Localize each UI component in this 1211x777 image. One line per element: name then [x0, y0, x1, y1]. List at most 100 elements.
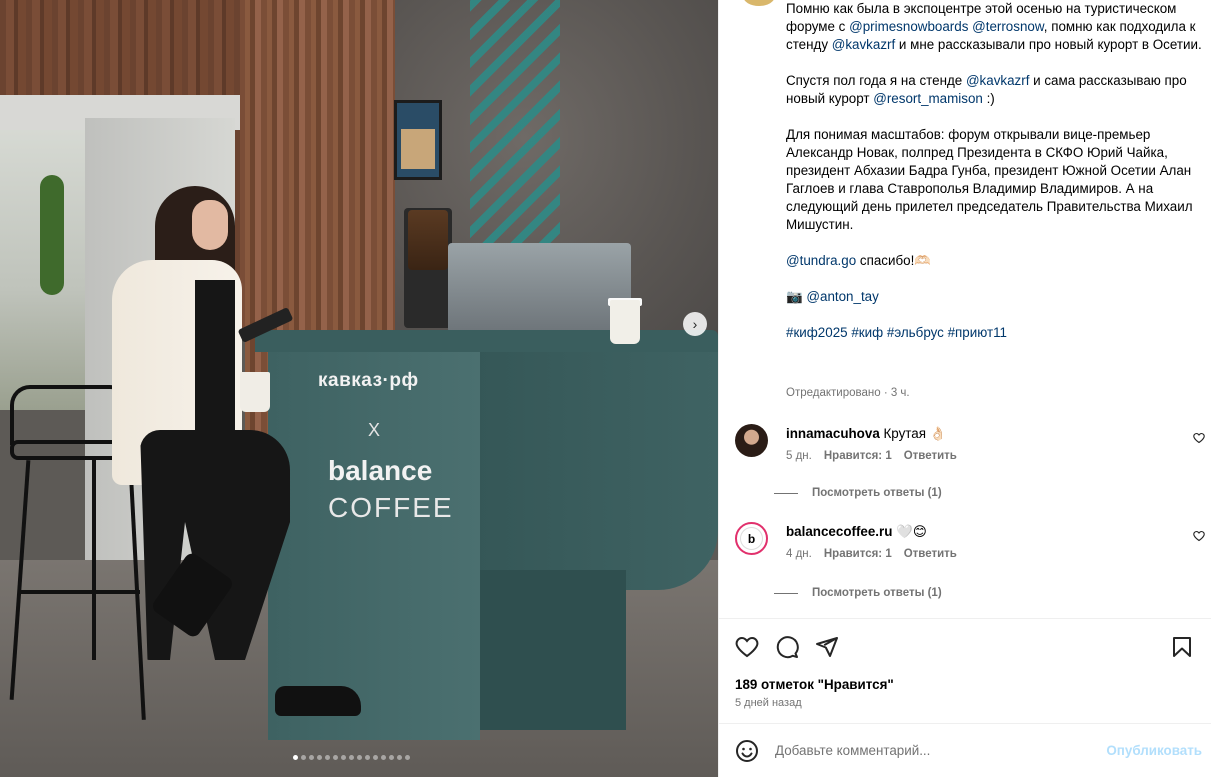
post-side-panel: Помню как была в экспоцентре этой осенью… [718, 0, 1211, 777]
counter-side [476, 340, 718, 590]
comment-age: 5 дн. [786, 450, 812, 462]
comment-button[interactable] [775, 635, 799, 659]
comment-icon [776, 636, 799, 659]
stool-leg [92, 460, 96, 660]
comment-likes[interactable]: Нравится: 1 [824, 450, 892, 462]
post-caption: Помню как была в экспоцентре этой осенью… [786, 0, 1206, 360]
comment-text: Крутая 👌🏻 [883, 426, 947, 441]
reply-button[interactable]: Ответить [904, 548, 957, 560]
comment-meta: 4 дн. Нравится: 1 Ответить [786, 548, 957, 560]
stool-ring [20, 590, 140, 594]
carousel-dot [309, 755, 314, 760]
woman-face [192, 200, 228, 250]
coffee-cup [610, 300, 640, 344]
carousel-dots [293, 755, 410, 760]
comment-input[interactable] [775, 737, 1105, 763]
carousel-dot [317, 755, 322, 760]
mention-link[interactable]: #приют11 [948, 325, 1007, 340]
caption-text: Спустя пол года я на стенде [786, 73, 966, 88]
comment-like-button[interactable] [1193, 432, 1205, 447]
share-button[interactable] [815, 635, 839, 659]
caption-text: :) [982, 91, 995, 106]
carousel-dot [405, 755, 410, 760]
mention-link[interactable]: @primesnowboards [849, 19, 968, 34]
carousel-dot [341, 755, 346, 760]
action-icons [735, 635, 839, 659]
mention-link[interactable]: #киф2025 [786, 325, 848, 340]
comment-body: innamacuhova Крутая 👌🏻 [786, 426, 946, 442]
view-replies-label: Посмотреть ответы (1) [812, 587, 942, 599]
counter-base [476, 570, 626, 730]
post-photo[interactable]: кавказ·рф X balance COFFEE › [0, 0, 718, 777]
mention-link[interactable]: @anton_tay [806, 289, 878, 304]
brand-x: X [368, 420, 381, 440]
post-time[interactable]: 5 дней назад [735, 697, 802, 709]
carousel-dot [397, 755, 402, 760]
caption-para-3: Для понимая масштабов: форум открывали в… [786, 126, 1206, 234]
comment-like-button[interactable] [1193, 530, 1205, 545]
likes-count[interactable]: 189 отметок "Нравится" [735, 677, 894, 692]
view-replies-button[interactable]: Посмотреть ответы (1) [774, 587, 942, 599]
mention-link[interactable]: @tundra.go [786, 253, 856, 268]
comment-meta: 5 дн. Нравится: 1 Ответить [786, 450, 957, 462]
view-replies-button[interactable]: Посмотреть ответы (1) [774, 487, 942, 499]
avatar-letter: b [740, 527, 763, 550]
mention-link[interactable]: #киф [851, 325, 883, 340]
carousel-dot [301, 755, 306, 760]
comment-avatar[interactable] [735, 424, 768, 457]
author-avatar[interactable] [743, 0, 775, 6]
replies-line [774, 592, 798, 594]
woman-top [195, 280, 235, 430]
heart-icon [1193, 432, 1205, 444]
share-icon [816, 637, 838, 657]
grinder-hopper [408, 210, 448, 270]
wall-poster [394, 100, 442, 180]
carousel-dot [325, 755, 330, 760]
comment-age: 4 дн. [786, 548, 812, 560]
carousel-dot [333, 755, 338, 760]
brand-kavkaz: кавказ·рф [318, 370, 419, 391]
emoji-button[interactable] [735, 739, 759, 763]
carousel-dot [349, 755, 354, 760]
brand-coffee: COFFEE [328, 492, 454, 523]
mention-link[interactable]: @resort_mamison [873, 91, 983, 106]
next-slide-button[interactable]: › [683, 312, 707, 336]
caption-para-1: Помню как была в экспоцентре этой осенью… [786, 0, 1206, 54]
mention-link[interactable]: @kavkazrf [966, 73, 1029, 88]
comment-username[interactable]: balancecoffee.ru [786, 524, 892, 539]
carousel-dot [357, 755, 362, 760]
mention-link[interactable]: @kavkazrf [832, 37, 895, 52]
heart-icon [1193, 530, 1205, 542]
like-button[interactable] [735, 635, 759, 659]
caption-text: Для понимая масштабов: форум открывали в… [786, 127, 1193, 232]
edited-label: Отредактировано · 3 ч. [786, 387, 910, 399]
chevron-right-icon: › [692, 316, 698, 332]
emoji-icon [736, 740, 758, 762]
caption-para-2: Спустя пол года я на стенде @kavkazrf и … [786, 72, 1206, 108]
comment-username[interactable]: innamacuhova [786, 426, 880, 441]
post-action-bar: 189 отметок "Нравится" 5 дней назад [719, 618, 1211, 723]
comment-likes[interactable]: Нравится: 1 [824, 548, 892, 560]
comment-text: 🤍😊 [896, 524, 927, 539]
comment-composer: Опубликовать [719, 723, 1211, 777]
carousel-dot [373, 755, 378, 760]
bookmark-icon [1173, 637, 1191, 657]
replies-line [774, 492, 798, 494]
mention-link[interactable]: #эльбрус [887, 325, 944, 340]
save-button[interactable] [1170, 635, 1194, 659]
hand-cup [240, 372, 270, 412]
reply-button[interactable]: Ответить [904, 450, 957, 462]
carousel-dot [365, 755, 370, 760]
counter-front [268, 340, 480, 740]
caption-text: и мне рассказывали про новый курорт в Ос… [895, 37, 1202, 52]
publish-button[interactable]: Опубликовать [1106, 743, 1202, 758]
caption-para-5: 📷 @anton_tay [786, 288, 1206, 306]
heart-icon [735, 636, 759, 658]
caption-para-4: @tundra.go спасибо!🫶🏻 [786, 252, 1206, 270]
espresso-machine [448, 243, 631, 333]
counter-top [255, 330, 718, 352]
caption-hashtags: #киф2025 #киф #эльбрус #приют11 [786, 324, 1206, 342]
caption-text: спасибо!🫶🏻 [856, 253, 931, 268]
comment-avatar[interactable]: b [735, 522, 768, 555]
mention-link[interactable]: @terrosnow [972, 19, 1044, 34]
